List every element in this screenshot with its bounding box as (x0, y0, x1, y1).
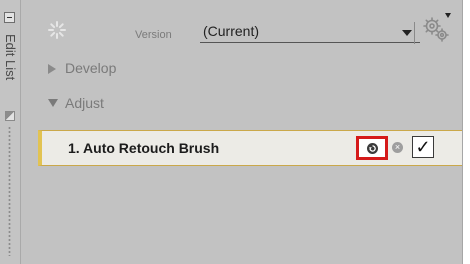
resize-grip-icon[interactable] (5, 111, 15, 121)
loading-spinner-icon (48, 21, 66, 39)
remove-step-button[interactable]: × (392, 142, 403, 153)
chevron-down-icon (445, 13, 451, 18)
edit-step-label: 1. Auto Retouch Brush (68, 140, 220, 156)
tree-item-label: Adjust (65, 95, 104, 111)
gears-icon (423, 17, 449, 42)
version-label: Version (135, 29, 172, 41)
version-dropdown[interactable]: (Current) (200, 22, 420, 43)
divider (414, 22, 415, 44)
splitter-handle[interactable] (8, 126, 11, 256)
minus-icon[interactable] (4, 12, 15, 23)
undo-icon (367, 143, 378, 154)
version-bar: Version (Current) (22, 12, 462, 52)
chevron-down-icon (402, 30, 412, 36)
version-selected-value: (Current) (203, 23, 260, 39)
undo-step-button[interactable] (356, 136, 388, 160)
edit-list-tab-label[interactable]: Edit List (3, 34, 18, 80)
edit-list-panel: Edit List Version (Current) Develop Adju… (0, 0, 463, 264)
tree-item-label: Develop (65, 60, 117, 76)
chevron-down-icon (48, 99, 58, 107)
step-enabled-checkbox[interactable]: ✓ (412, 136, 434, 158)
chevron-right-icon (48, 64, 56, 74)
edit-step-row[interactable]: 1. Auto Retouch Brush × ✓ (38, 130, 462, 166)
edit-list-side-tab: Edit List (0, 0, 21, 264)
settings-menu-button[interactable] (419, 12, 459, 46)
